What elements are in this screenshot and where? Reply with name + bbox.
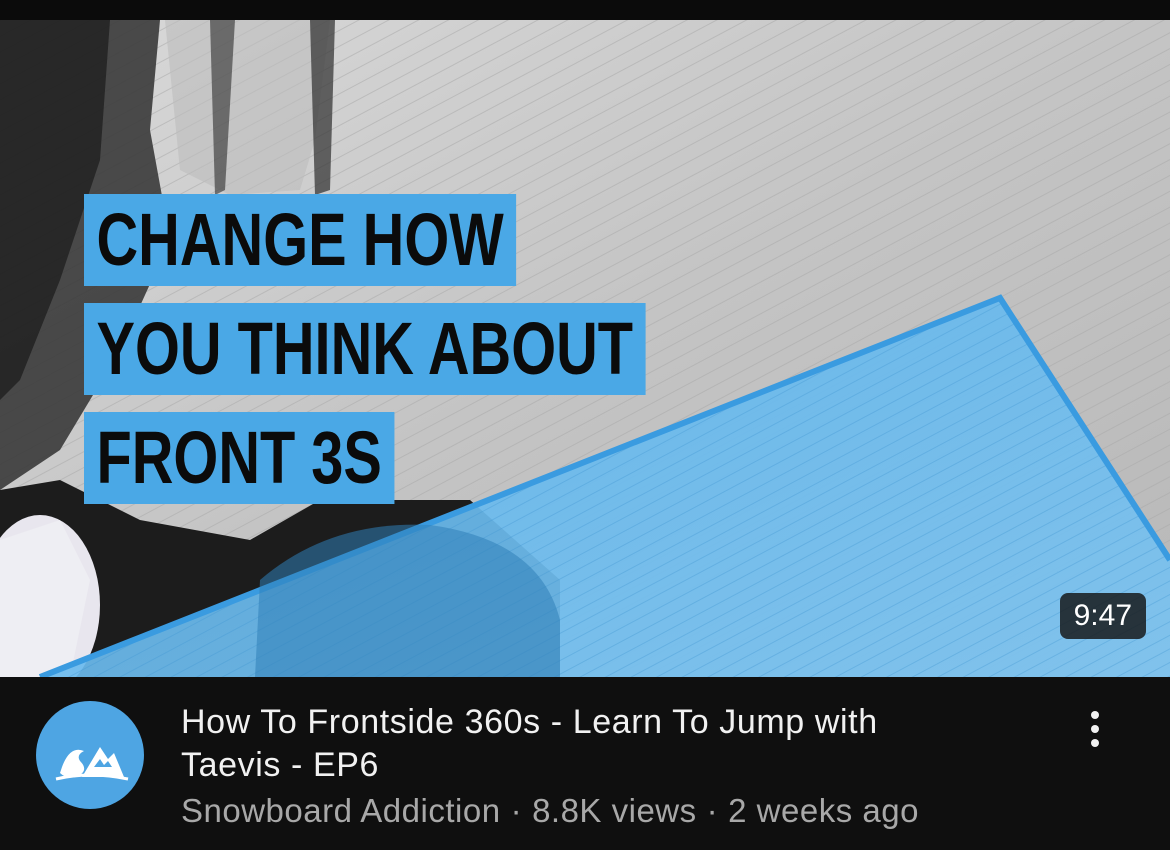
- video-title[interactable]: How To Frontside 360s - Learn To Jump wi…: [181, 701, 981, 787]
- upload-age: 2 weeks ago: [728, 792, 919, 829]
- channel-avatar[interactable]: [36, 701, 144, 809]
- caption-line-1: CHANGE HOW: [84, 194, 517, 286]
- thumbnail-caption: CHANGE HOW YOU THINK ABOUT FRONT 3S: [84, 194, 804, 521]
- video-metadata: Snowboard Addiction · 8.8K views · 2 weeks a…: [181, 791, 919, 831]
- view-count: 8.8K views: [532, 792, 697, 829]
- video-card: CHANGE HOW YOU THINK ABOUT FRONT 3S 9:47…: [0, 0, 1170, 850]
- more-options-button[interactable]: [1076, 705, 1116, 751]
- caption-line-2: YOU THINK ABOUT: [84, 303, 646, 395]
- video-thumbnail[interactable]: CHANGE HOW YOU THINK ABOUT FRONT 3S 9:47: [0, 20, 1170, 677]
- caption-line-3: FRONT 3S: [84, 412, 395, 504]
- top-edge-bar: [0, 0, 1170, 20]
- duration-badge: 9:47: [1059, 593, 1146, 639]
- video-meta-row: How To Frontside 360s - Learn To Jump wi…: [0, 677, 1170, 850]
- separator: ·: [706, 792, 719, 829]
- separator: ·: [510, 792, 523, 829]
- channel-logo-icon: [55, 747, 129, 781]
- channel-name[interactable]: Snowboard Addiction: [181, 792, 501, 829]
